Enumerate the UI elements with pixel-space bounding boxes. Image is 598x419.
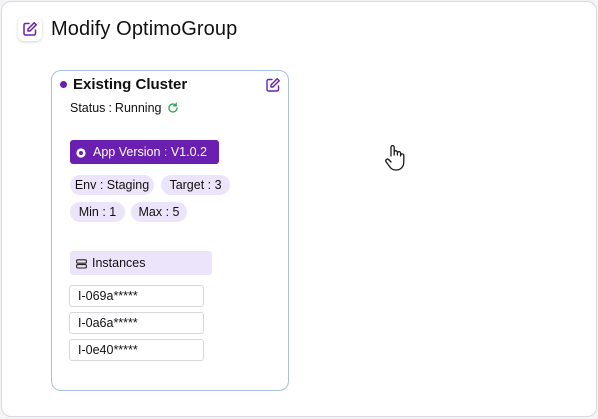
instances-header: Instances xyxy=(70,251,212,275)
card-title-row: Existing Cluster xyxy=(60,76,187,93)
page-title: Modify OptimoGroup xyxy=(51,17,238,40)
instance-item[interactable]: I-0a6a***** xyxy=(69,312,204,334)
instances-label: Instances xyxy=(92,256,146,270)
status-label: Status xyxy=(70,101,106,115)
edit-icon[interactable] xyxy=(18,17,42,41)
min-pill: Min : 1 xyxy=(70,202,125,222)
target-pill: Target : 3 xyxy=(161,175,230,195)
cluster-card: Existing Cluster Status : Running App Ve… xyxy=(51,70,289,391)
status-dot xyxy=(60,81,67,88)
status-value: Running xyxy=(114,101,162,115)
hand-pointer-icon xyxy=(384,143,408,173)
card-title: Existing Cluster xyxy=(73,76,188,93)
main-panel: Modify OptimoGroup Existing Cluster Stat… xyxy=(1,1,597,417)
radio-dot-icon xyxy=(76,147,86,158)
refresh-icon[interactable] xyxy=(167,102,179,114)
max-pill: Max : 5 xyxy=(131,202,187,222)
instance-item[interactable]: I-0e40***** xyxy=(69,339,204,361)
status-row: Status : Running xyxy=(70,101,179,115)
server-icon xyxy=(76,258,87,269)
env-pill: Env : Staging xyxy=(70,175,154,195)
app-version-badge[interactable]: App Version : V1.0.2 xyxy=(70,140,219,164)
page-header: Modify OptimoGroup xyxy=(18,17,237,41)
app-version-label: App Version : V1.0.2 xyxy=(93,145,207,159)
instance-item[interactable]: I-069a***** xyxy=(69,285,204,307)
status-separator: : xyxy=(108,101,112,115)
card-edit-icon[interactable] xyxy=(265,77,281,93)
